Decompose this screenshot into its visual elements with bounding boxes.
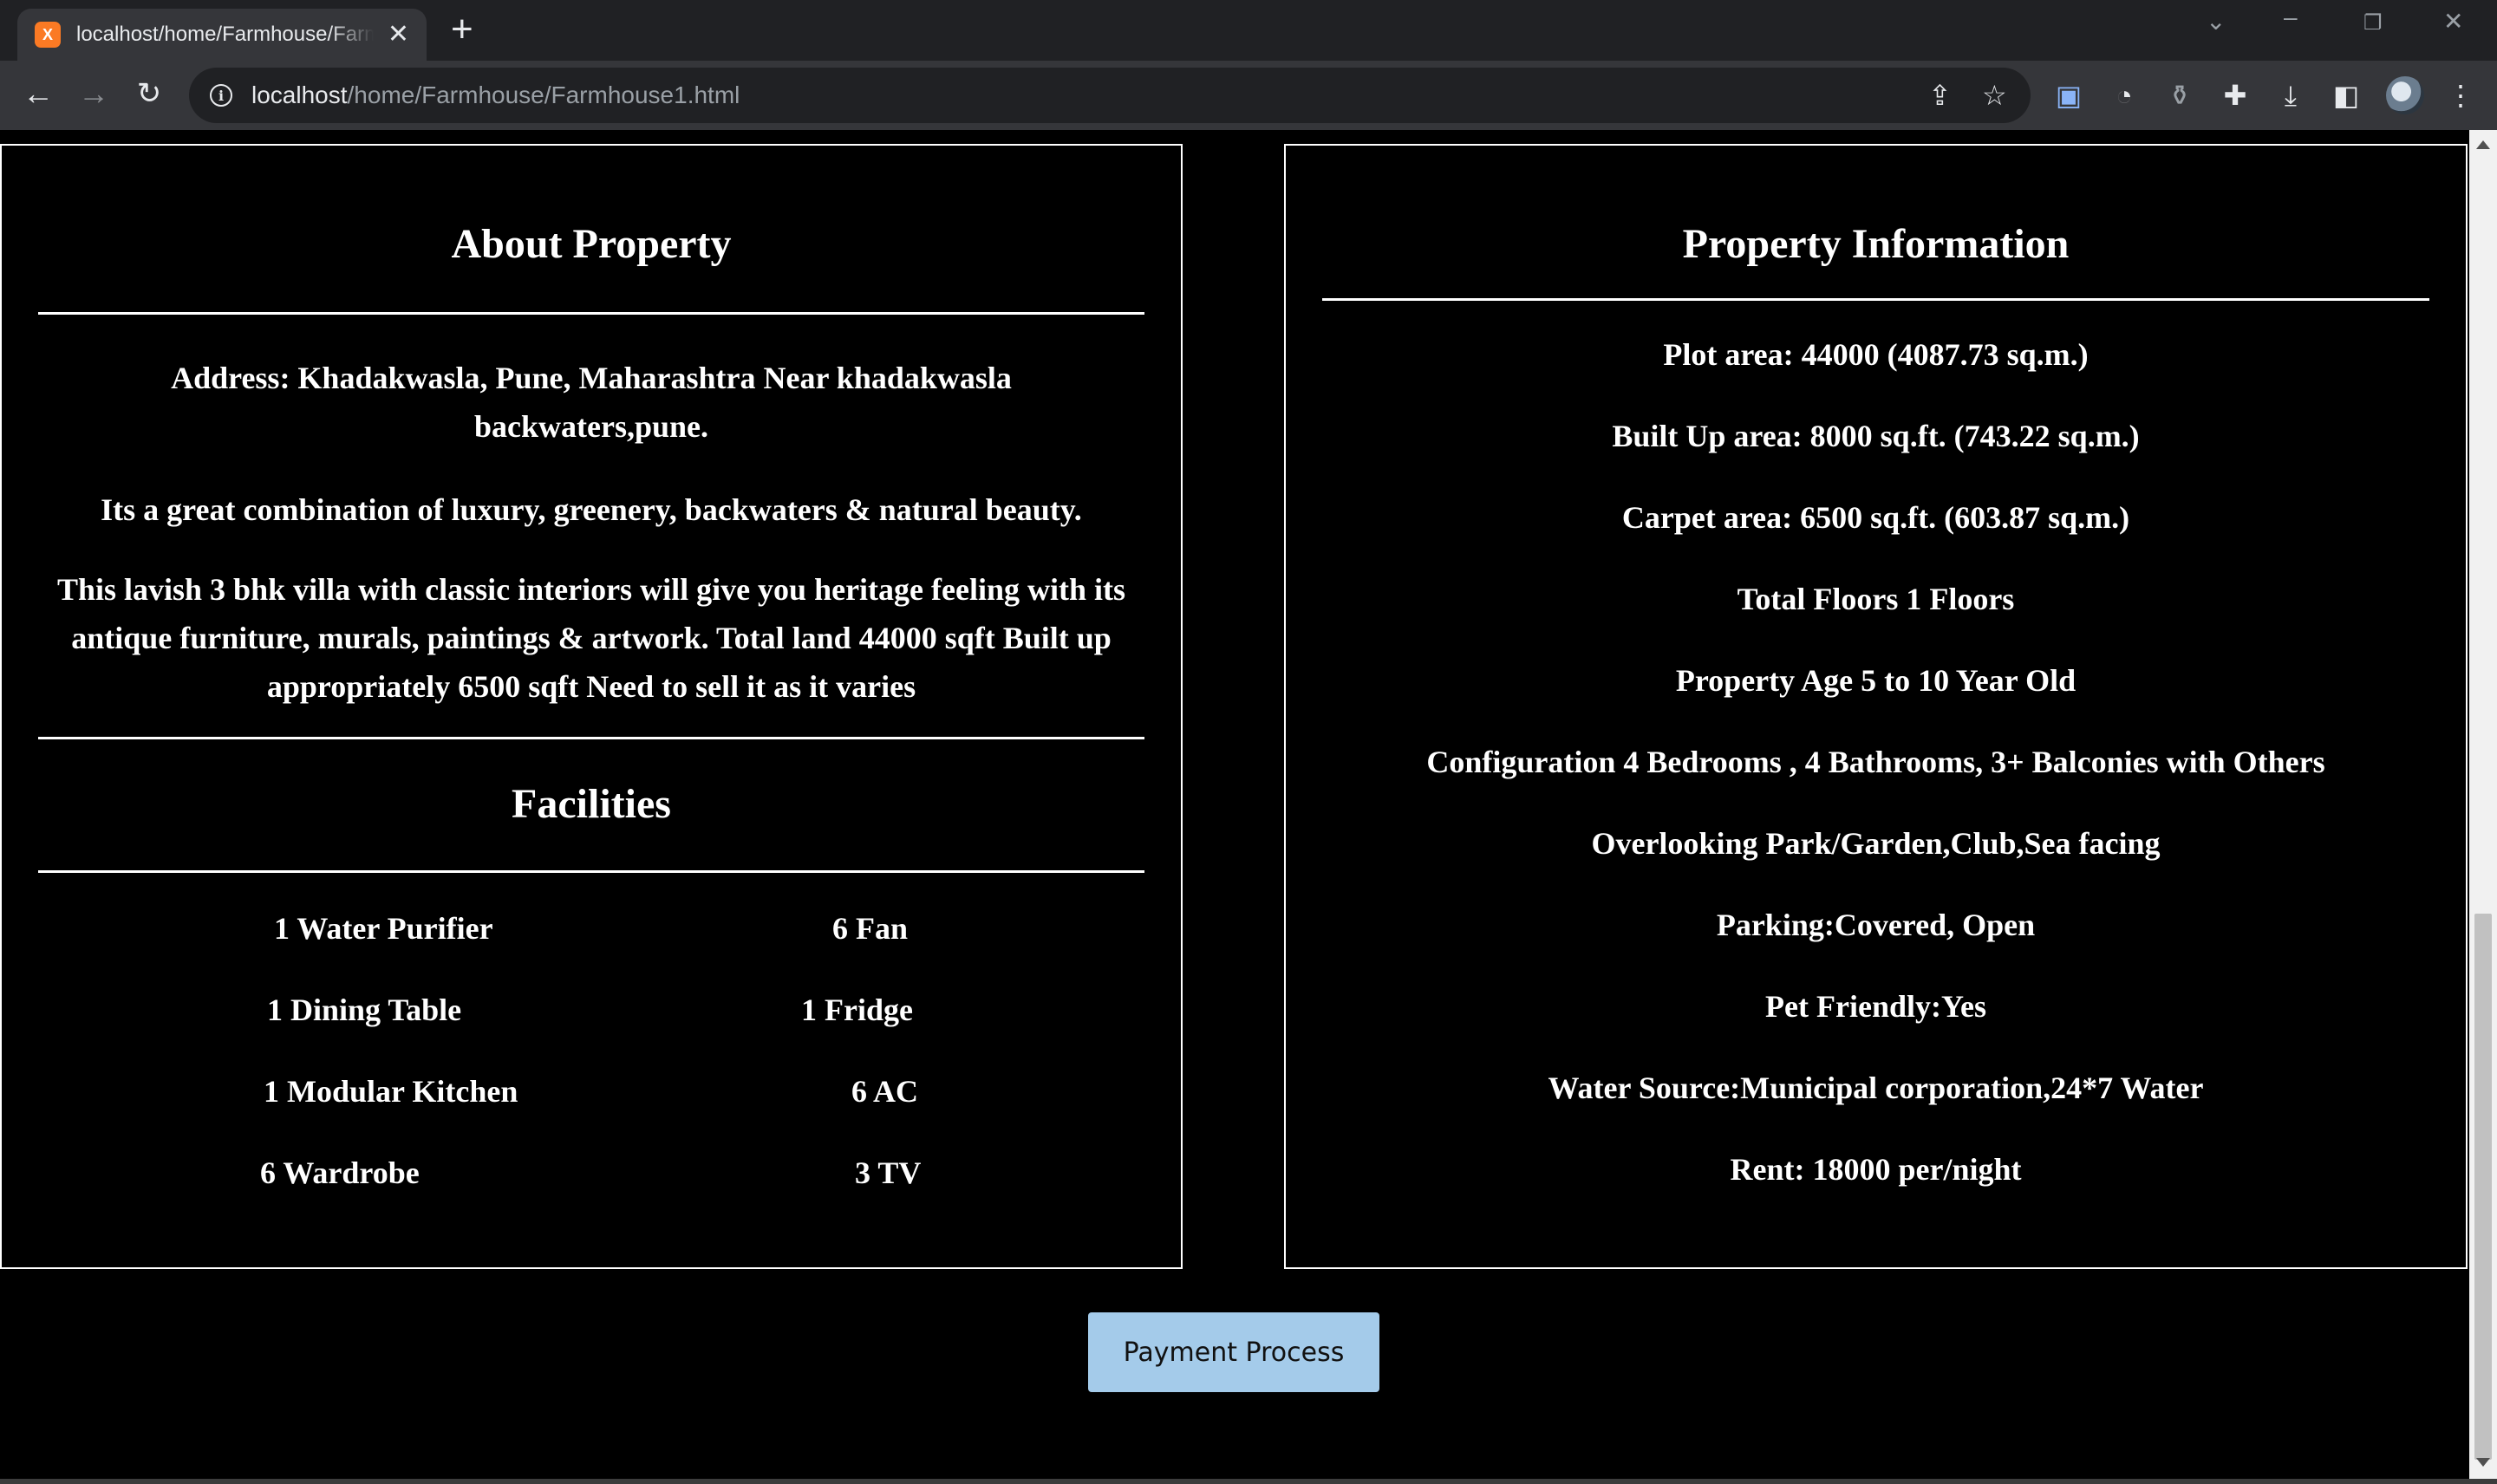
forward-icon[interactable]: → bbox=[76, 76, 111, 111]
menu-kebab-icon[interactable]: ⋮ bbox=[2443, 78, 2478, 113]
extension-bottle-icon[interactable]: ⚱ bbox=[2162, 78, 2197, 113]
divider bbox=[38, 870, 1144, 873]
property-age-text: Property Age 5 to 10 Year Old bbox=[1675, 663, 2076, 698]
scroll-down-icon[interactable] bbox=[2476, 1458, 2490, 1467]
total-floors-text: Total Floors 1 Floors bbox=[1737, 582, 2015, 616]
extension-translate-icon[interactable]: ▣ bbox=[2051, 78, 2086, 113]
divider bbox=[38, 312, 1144, 315]
scrollbar-thumb[interactable] bbox=[2474, 914, 2492, 1460]
window-bottom-edge bbox=[0, 1479, 2497, 1484]
tab-title: localhost/home/Farmhouse/Farmhouse1.html bbox=[76, 23, 374, 46]
water-source-text: Water Source:Municipal corporation,24*7 … bbox=[1548, 1071, 2204, 1105]
carpet-area-text: Carpet area: 6500 sq.ft. (603.87 sq.m.) bbox=[1621, 500, 2130, 535]
browser-tabstrip: X localhost/home/Farmhouse/Farmhouse1.ht… bbox=[0, 0, 2497, 61]
page-viewport: About Property Address: Khadakwasla, Pun… bbox=[0, 130, 2497, 1479]
plot-area-text: Plot area: 44000 (4087.73 sq.m.) bbox=[1663, 337, 2089, 372]
facilities-heading: Facilities bbox=[512, 781, 671, 827]
rent-text: Rent: 18000 per/night bbox=[1730, 1152, 2022, 1187]
about-property-card: About Property Address: Khadakwasla, Pun… bbox=[0, 144, 1183, 1269]
tab-search-icon[interactable]: ⌄ bbox=[2206, 7, 2226, 36]
window-close-icon[interactable]: ✕ bbox=[2443, 7, 2463, 36]
pet-friendly-text: Pet Friendly:Yes bbox=[1765, 989, 1986, 1024]
reload-icon[interactable]: ↻ bbox=[132, 76, 166, 111]
page-scrollbar[interactable] bbox=[2469, 130, 2497, 1479]
tab-close-icon[interactable]: ✕ bbox=[388, 22, 409, 48]
configuration-text: Configuration 4 Bedrooms , 4 Bathrooms, … bbox=[1426, 745, 2325, 779]
facility-item: 3 TV bbox=[855, 1155, 922, 1190]
overlooking-text: Overlooking Park/Garden,Club,Sea facing bbox=[1591, 826, 2161, 861]
profile-avatar[interactable] bbox=[2386, 76, 2424, 114]
xampp-favicon-icon: X bbox=[35, 22, 61, 48]
extension-gauge-icon[interactable]: ◔ bbox=[2107, 78, 2142, 113]
back-icon[interactable]: ← bbox=[21, 76, 55, 111]
share-icon[interactable]: ⇪ bbox=[1928, 80, 1952, 111]
facility-item: 1 Water Purifier bbox=[274, 911, 493, 946]
bookmark-star-icon[interactable]: ☆ bbox=[1982, 80, 2007, 111]
facility-item: 6 AC bbox=[851, 1074, 919, 1109]
browser-toolbar: ← → ↻ i localhost/home/Farmhouse/Farmhou… bbox=[0, 61, 2497, 130]
url-text[interactable]: localhost/home/Farmhouse/Farmhouse1.html bbox=[251, 81, 740, 109]
download-icon[interactable]: ⤓ bbox=[2273, 78, 2308, 113]
minimize-icon[interactable]: – bbox=[2284, 3, 2298, 31]
divider bbox=[1322, 298, 2429, 301]
address-text: Address: Khadakwasla, Pune, Maharashtra … bbox=[171, 361, 1012, 444]
payment-process-button[interactable]: Payment Process bbox=[1088, 1312, 1379, 1392]
new-tab-icon[interactable]: + bbox=[451, 10, 473, 49]
facility-item: 1 Modular Kitchen bbox=[264, 1074, 518, 1109]
property-information-card: Property Information Plot area: 44000 (4… bbox=[1284, 144, 2468, 1269]
description-text: Its a great combination of luxury, green… bbox=[101, 492, 1082, 527]
facility-item: 6 Fan bbox=[832, 911, 909, 946]
scroll-up-icon[interactable] bbox=[2476, 140, 2490, 149]
facility-item: 1 Fridge bbox=[801, 993, 913, 1027]
facility-item: 6 Wardrobe bbox=[260, 1155, 420, 1190]
divider bbox=[38, 737, 1144, 739]
about-heading: About Property bbox=[451, 221, 732, 267]
site-info-icon[interactable]: i bbox=[210, 84, 232, 107]
extensions-puzzle-icon[interactable]: ✚ bbox=[2218, 78, 2253, 113]
side-panel-icon[interactable]: ◧ bbox=[2329, 78, 2363, 113]
browser-tab[interactable]: X localhost/home/Farmhouse/Farmhouse1.ht… bbox=[17, 9, 427, 61]
address-bar[interactable]: i localhost/home/Farmhouse/Farmhouse1.ht… bbox=[189, 68, 2031, 123]
restore-icon[interactable]: ❐ bbox=[2363, 10, 2383, 36]
villa-description-text: This lavish 3 bhk villa with classic int… bbox=[56, 572, 1126, 704]
facility-item: 1 Dining Table bbox=[267, 993, 462, 1027]
property-info-heading: Property Information bbox=[1682, 221, 2070, 267]
parking-text: Parking:Covered, Open bbox=[1716, 908, 2036, 942]
built-up-area-text: Built Up area: 8000 sq.ft. (743.22 sq.m.… bbox=[1612, 419, 2140, 453]
